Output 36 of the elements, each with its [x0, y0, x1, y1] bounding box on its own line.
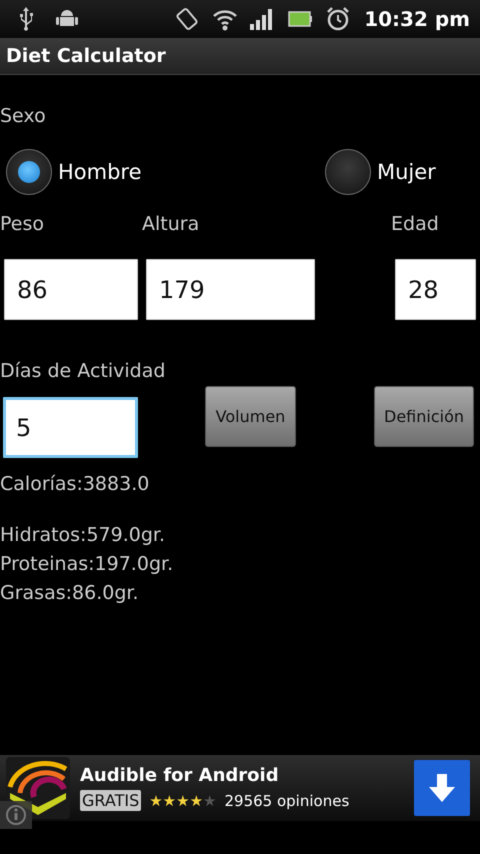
field-label: Días de Actividad — [0, 360, 166, 382]
input-field[interactable]: 179 — [146, 259, 315, 320]
rotate-icon — [174, 6, 200, 32]
app-title: Diet Calculator — [6, 45, 166, 67]
radio-option[interactable]: Hombre — [6, 149, 142, 195]
star-icon: ★ — [176, 792, 190, 810]
result-text: Grasas:86.0gr. — [0, 581, 138, 606]
field-label: Peso — [0, 213, 44, 235]
result-text: Hidratos:579.0gr. — [0, 523, 166, 548]
action-button[interactable]: Definición — [374, 386, 474, 447]
review-count: 29565 opiniones — [224, 792, 350, 810]
radio-option[interactable]: Mujer — [325, 149, 436, 195]
ad-title: Audible for Android — [80, 765, 280, 786]
action-button[interactable]: Volumen — [205, 386, 296, 447]
download-icon — [429, 774, 455, 802]
input-field[interactable]: 5 — [3, 397, 138, 458]
signal-icon — [250, 8, 274, 30]
input-field[interactable]: 28 — [395, 259, 476, 320]
input-field[interactable]: 86 — [4, 259, 138, 320]
price-tag: GRATIS — [80, 790, 142, 811]
clock-time: 10:32 pm — [364, 7, 470, 31]
result-text: Calorías:3883.0 — [0, 472, 150, 497]
alarm-clock-icon — [326, 6, 350, 32]
ad-banner[interactable]: Audible for Android GRATIS ★★★★★ 29565 opiniones — [0, 755, 480, 821]
info-icon — [0, 801, 32, 829]
star-icon: ★ — [190, 792, 204, 810]
star-icon: ★ — [162, 792, 176, 810]
star-icon: ★ — [203, 792, 216, 810]
usb-icon — [18, 6, 34, 32]
field-label: Sexo — [0, 105, 47, 127]
field-label: Altura — [142, 213, 200, 235]
battery-icon — [288, 11, 312, 27]
result-text: Proteinas:197.0gr. — [0, 552, 174, 577]
star-icon: ★ — [149, 792, 163, 810]
download-button[interactable] — [414, 760, 470, 816]
field-label: Edad — [391, 213, 439, 235]
